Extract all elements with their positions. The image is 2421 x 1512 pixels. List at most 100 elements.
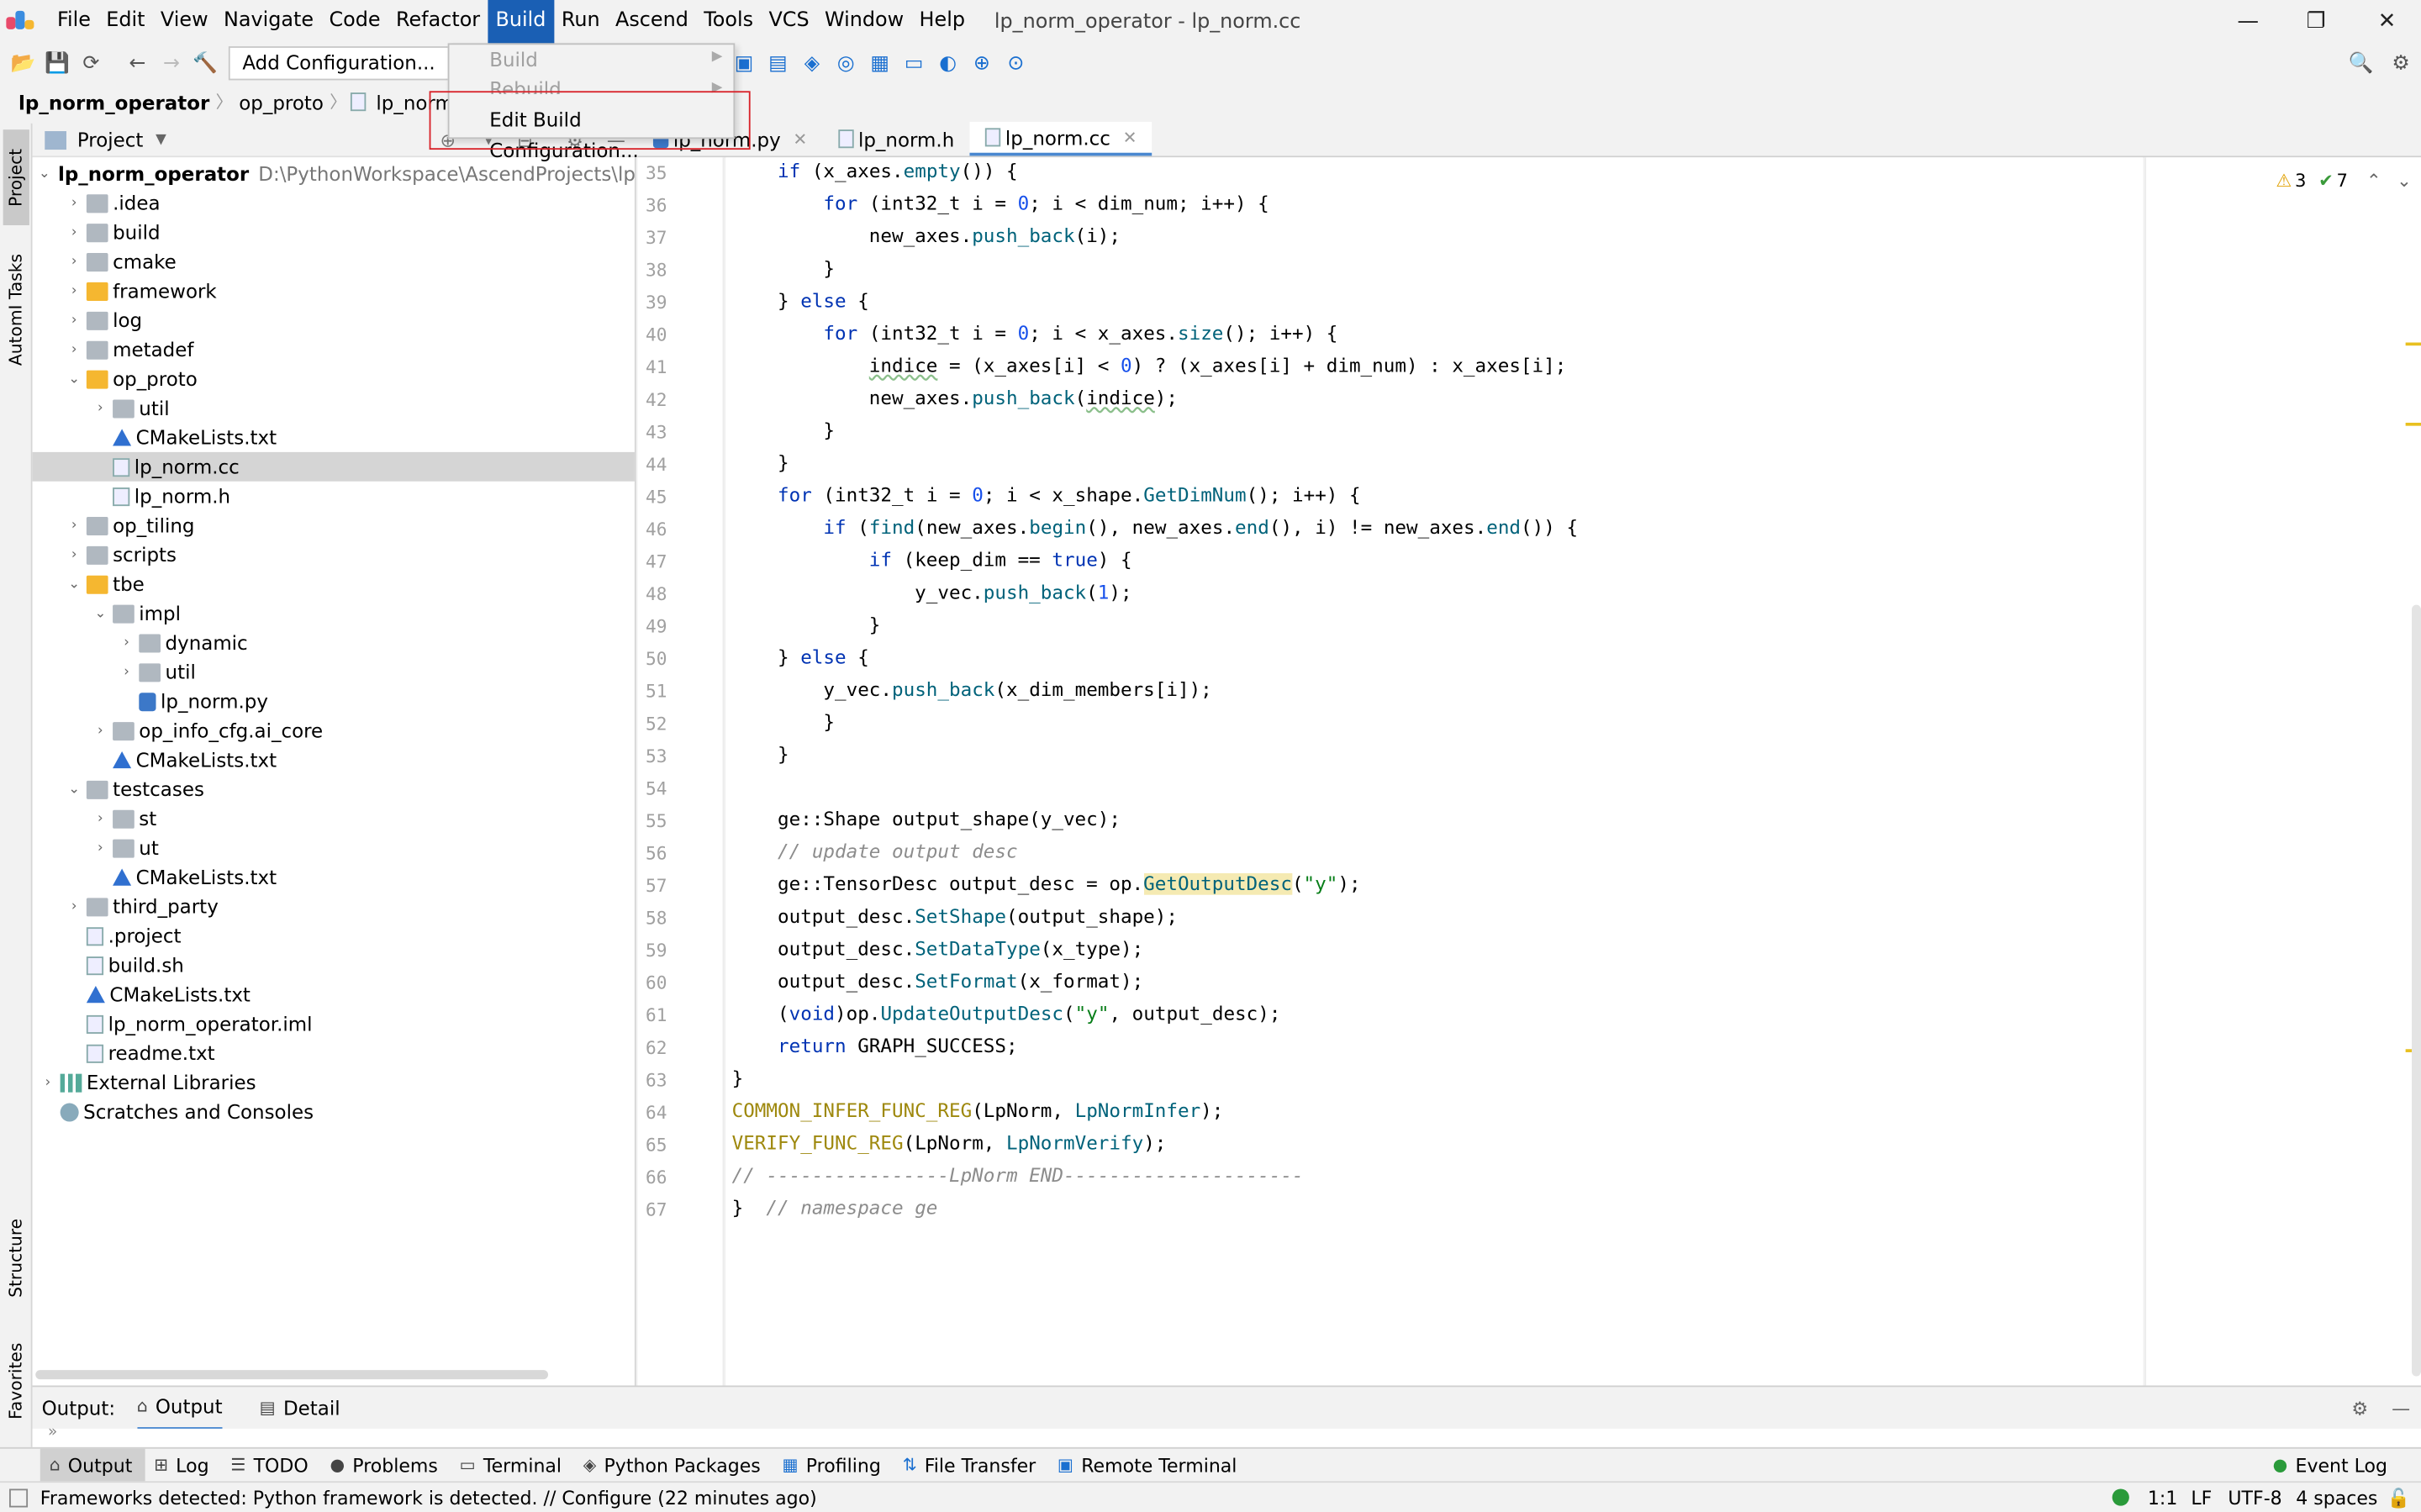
menu-ascend[interactable]: Ascend [608,0,696,43]
bottom-tab-log[interactable]: ⊞ Log [145,1448,221,1482]
close-tab-icon[interactable]: ✕ [1123,127,1137,147]
tree-item[interactable]: › .idea [33,188,635,218]
panel-settings-icon[interactable]: ⚙ [2351,1397,2368,1419]
tab-lp-norm-h[interactable]: lp_norm.h [823,122,970,155]
vertical-scrollbar[interactable] [2411,604,2421,1377]
tab-lp-norm-cc[interactable]: lp_norm.cc ✕ [969,122,1152,156]
bottom-tab-todo[interactable]: ☰ TODO [221,1448,320,1482]
breadcrumb-folder[interactable]: op_proto [233,90,330,113]
bottom-tab-profiling[interactable]: ▦ Profiling [773,1448,893,1482]
tree-item[interactable]: › metadef [33,335,635,364]
expand-more-icon[interactable]: » [48,1424,57,1441]
line-separator[interactable]: LF [2191,1487,2212,1509]
menu-refactor[interactable]: Refactor [388,0,488,43]
ascend-tool-7-icon[interactable]: ◐ [931,46,964,80]
file-encoding[interactable]: UTF-8 [2228,1487,2281,1509]
tree-item[interactable]: CMakeLists.txt [33,980,635,1009]
tree-item[interactable]: .project [33,921,635,951]
cursor-position[interactable]: 1:1 [2148,1487,2177,1509]
sync-icon[interactable]: ⟳ [74,46,108,80]
tab-detail[interactable]: ▤ Detail [260,1396,340,1420]
tree-item[interactable]: ⌄ op_proto [33,364,635,393]
ascend-tool-4-icon[interactable]: ◎ [829,46,862,80]
chevron-up-icon[interactable]: ⌃ [2366,170,2381,192]
tree-item[interactable]: ⌄ tbe [33,569,635,598]
tree-item[interactable]: CMakeLists.txt [33,745,635,775]
tree-item[interactable]: lp_norm_operator.iml [33,1009,635,1039]
tab-output[interactable]: ⌂ Output [136,1386,223,1430]
menu-help[interactable]: Help [911,0,973,43]
tree-item[interactable]: › log [33,305,635,335]
ascend-tool-8-icon[interactable]: ⊕ [965,46,999,80]
tree-item[interactable]: › framework [33,277,635,306]
tree-item[interactable]: › op_tiling [33,511,635,540]
tree-item[interactable]: build.sh [33,951,635,980]
tree-item-selected[interactable]: lp_norm.cc [32,451,635,482]
tree-item[interactable]: › cmake [33,247,635,277]
tree-item[interactable]: CMakeLists.txt [33,423,635,452]
chevron-down-icon[interactable]: ⌄ [39,166,50,181]
ascend-tool-5-icon[interactable]: ▦ [863,46,897,80]
bottom-tab-file-transfer[interactable]: ⇅ File Transfer [894,1448,1048,1482]
bottom-tab-output[interactable]: ⌂ Output [40,1447,145,1483]
tree-item[interactable]: › External Libraries [33,1067,635,1097]
event-log-button[interactable]: ● Event Log [2264,1448,2400,1482]
tree-item[interactable]: ⌄ impl [33,598,635,628]
save-icon[interactable]: 💾 [40,46,74,80]
warning-marker[interactable] [2405,422,2421,426]
side-tab-automl[interactable]: AutomI Tasks [3,240,29,379]
tree-item[interactable]: › st [33,803,635,833]
minimize-icon[interactable]: — [2214,0,2282,43]
close-icon[interactable]: ✕ [2353,0,2421,43]
menu-window[interactable]: Window [817,0,912,43]
ascend-tool-9-icon[interactable]: ⊙ [999,46,1032,80]
forward-icon[interactable]: → [155,46,188,80]
side-tab-structure[interactable]: Structure [3,1204,29,1311]
bottom-tab-python-packages[interactable]: ◈ Python Packages [574,1448,773,1482]
chevron-down-icon[interactable]: ⌄ [2397,170,2412,192]
tree-item[interactable]: CMakeLists.txt [33,862,635,892]
menu-navigate[interactable]: Navigate [216,0,321,43]
ascend-tool-6-icon[interactable]: ▭ [897,46,931,80]
menu-vcs[interactable]: VCS [761,0,817,43]
ascend-tool-3-icon[interactable]: ◈ [795,46,829,80]
tree-item[interactable]: › util [33,657,635,687]
breadcrumb-project[interactable]: lp_norm_operator [0,90,216,113]
bottom-tab-remote-terminal[interactable]: ▣ Remote Terminal [1048,1448,1249,1482]
tree-item[interactable]: › build [33,218,635,247]
tree-item[interactable]: ⌄ testcases [33,775,635,804]
menu-code[interactable]: Code [321,0,388,43]
menu-edit[interactable]: Edit [98,0,153,43]
back-icon[interactable]: ← [120,46,154,80]
tree-item[interactable]: › third_party [33,892,635,921]
build-hammer-icon[interactable]: 🔨 [188,46,222,80]
code-editor[interactable]: if (x_axes.empty()) { for (int32_t i = 0… [725,157,2144,1386]
status-message[interactable]: Frameworks detected: Python framework is… [40,1487,817,1509]
tree-item[interactable]: › dynamic [33,628,635,657]
search-icon[interactable]: 🔍 [2344,46,2377,80]
bottom-tab-problems[interactable]: ● Problems [320,1448,450,1482]
maximize-icon[interactable]: ❐ [2282,0,2350,43]
add-configuration-button[interactable]: Add Configuration... [228,46,450,81]
tree-item[interactable]: › scripts [33,540,635,569]
menu-build[interactable]: Build [488,0,554,44]
menu-file[interactable]: File [50,0,98,43]
warning-marker[interactable] [2405,342,2421,346]
tree-item[interactable]: lp_norm.py [33,687,635,716]
menu-run[interactable]: Run [554,0,608,43]
indent-setting[interactable]: 4 spaces [2296,1487,2377,1509]
tree-item[interactable]: readme.txt [33,1038,635,1067]
tree-item[interactable]: lp_norm.h [33,482,635,511]
status-ok-icon[interactable] [2112,1488,2129,1506]
side-tab-favorites[interactable]: Favorites [3,1330,29,1431]
horizontal-scrollbar[interactable] [35,1370,549,1380]
tree-item[interactable]: › ut [33,833,635,862]
lock-icon[interactable]: 🔓 [2387,1487,2410,1509]
settings-gear-icon[interactable]: ⚙ [2384,46,2418,80]
project-panel-title[interactable]: Project [77,128,144,151]
menu-view[interactable]: View [153,0,216,43]
tree-item[interactable]: › op_info_cfg.ai_core [33,716,635,745]
tree-item[interactable]: Scratches and Consoles [33,1097,635,1126]
bottom-tab-terminal[interactable]: ▭ Terminal [451,1448,574,1482]
hide-panel-icon[interactable]: — [2392,1397,2410,1419]
